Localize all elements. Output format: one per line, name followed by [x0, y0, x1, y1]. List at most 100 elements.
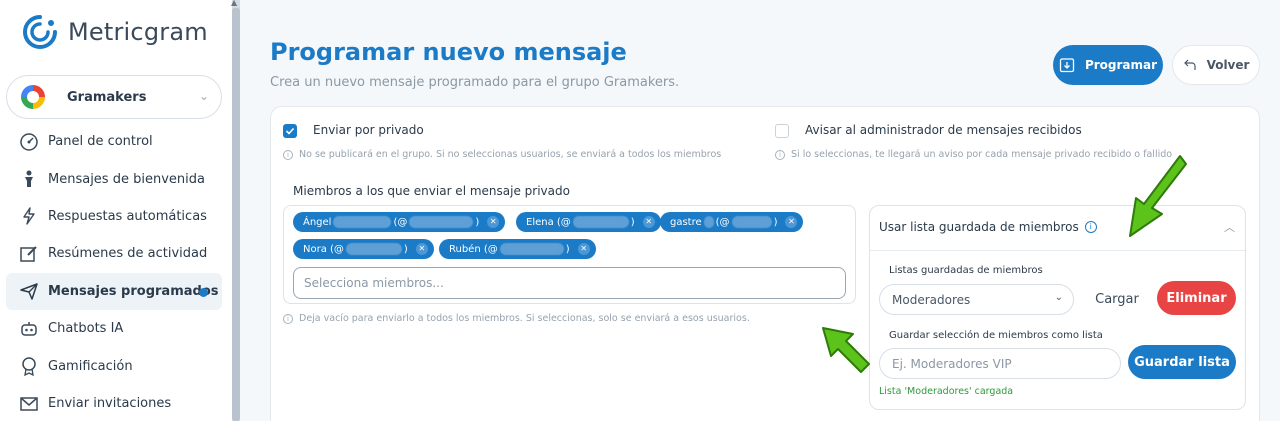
- scroll-up-arrow-icon[interactable]: ▲: [231, 0, 237, 7]
- schedule-button[interactable]: Programar: [1053, 45, 1163, 85]
- member-chip-text: (@: [715, 216, 730, 228]
- load-list-button[interactable]: Cargar: [1088, 284, 1146, 315]
- remove-chip-icon[interactable]: ✕: [415, 243, 428, 255]
- private-checkbox-label[interactable]: Enviar por privado: [313, 123, 424, 137]
- sidebar-item-autoreplies[interactable]: Respuestas automáticas: [6, 198, 222, 235]
- sidebar-item-label: Respuestas automáticas: [48, 208, 207, 224]
- sidebar-item-label: Chatbots IA: [48, 321, 124, 337]
- group-name: Gramakers: [67, 89, 147, 105]
- remove-chip-icon[interactable]: ✕: [785, 216, 798, 228]
- save-list-label: Guardar selección de miembros como lista: [889, 330, 1103, 341]
- group-selector[interactable]: Gramakers ⌄: [6, 75, 222, 119]
- chevron-up-icon[interactable]: ︿: [1224, 219, 1235, 235]
- redacted-text: [572, 216, 629, 228]
- private-checkbox[interactable]: [283, 124, 297, 138]
- calendar-download-icon: [1059, 58, 1075, 73]
- robot-icon: [18, 318, 40, 340]
- info-icon: i: [283, 313, 293, 324]
- redacted-text: [333, 216, 392, 228]
- chevron-down-icon: ⌄: [1054, 292, 1063, 303]
- redacted-text: [499, 243, 564, 255]
- sidebar-item-invites[interactable]: Enviar invitaciones: [6, 385, 222, 421]
- member-chip: Elena (@ ) ✕: [516, 212, 661, 232]
- sidebar-item-panel[interactable]: Panel de control: [6, 123, 222, 160]
- private-hint: i No se publicará en el grupo. Si no sel…: [283, 149, 721, 160]
- member-chip-text: ): [475, 216, 480, 228]
- medal-icon: [18, 355, 40, 377]
- member-chip: Nora (@ ) ✕: [293, 239, 434, 259]
- list-loaded-status: Lista 'Moderadores' cargada: [879, 386, 1014, 397]
- envelope-icon: [18, 392, 40, 414]
- person-icon: [18, 168, 40, 190]
- remove-chip-icon[interactable]: ✕: [577, 243, 590, 255]
- delete-list-button[interactable]: Eliminar: [1157, 281, 1236, 315]
- notify-admin-checkbox[interactable]: [775, 124, 789, 138]
- checkmark-icon: [285, 127, 295, 135]
- list-name-input[interactable]: Ej. Moderadores VIP: [879, 348, 1121, 379]
- chevron-down-icon: ⌄: [198, 89, 209, 103]
- back-arrow-icon: [1183, 59, 1196, 70]
- saved-lists-label: Listas guardadas de miembros: [889, 265, 1043, 276]
- member-chip-text: Ángel: [303, 216, 332, 228]
- notify-admin-label[interactable]: Avisar al administrador de mensajes reci…: [805, 123, 1082, 137]
- remove-chip-icon[interactable]: ✕: [487, 216, 500, 228]
- members-search-input[interactable]: Selecciona miembros...: [293, 267, 846, 299]
- redacted-text: [703, 216, 714, 228]
- member-chip-text: ): [630, 216, 635, 228]
- annotation-arrow-icon: [822, 327, 870, 373]
- member-chip-text: Nora (@: [303, 243, 344, 255]
- info-icon: i: [775, 149, 785, 160]
- sidebar-item-label: Mensajes de bienvenida: [48, 171, 205, 187]
- sidebar-item-label: Resúmenes de actividad: [48, 246, 208, 262]
- saved-list-select[interactable]: Moderadores ⌄: [879, 284, 1074, 315]
- edit-icon: [18, 243, 40, 265]
- member-chip-text: (@: [393, 216, 408, 228]
- annotation-arrow-icon: [1129, 155, 1187, 237]
- redacted-text: [345, 243, 402, 255]
- member-chip-text: ): [565, 243, 570, 255]
- sidebar-item-label: Gamificación: [48, 358, 133, 374]
- sidebar-item-gamification[interactable]: Gamificación: [6, 347, 222, 384]
- notify-admin-hint: i Si lo seleccionas, te llegará un aviso…: [775, 149, 1172, 160]
- member-chip: Rubén (@ ) ✕: [439, 239, 596, 259]
- brand-name: Metricgram: [68, 18, 208, 46]
- divider: [870, 250, 1245, 251]
- info-icon: i: [283, 149, 293, 160]
- back-button[interactable]: Volver: [1172, 45, 1260, 85]
- notify-admin-hint-text: Si lo seleccionas, te llegará un aviso p…: [791, 149, 1173, 160]
- page-subtitle: Crea un nuevo mensaje programado para el…: [270, 75, 680, 90]
- sidebar-item-label: Panel de control: [48, 134, 153, 150]
- active-indicator-dot: [199, 287, 208, 297]
- members-field-label: Miembros a los que enviar el mensaje pri…: [293, 184, 570, 198]
- sidebar-item-chatbots[interactable]: Chatbots IA: [6, 310, 222, 347]
- private-hint-text: No se publicará en el grupo. Si no selec…: [299, 149, 722, 160]
- metricgram-logo-icon: [23, 15, 57, 49]
- members-hint: i Deja vacío para enviarlo a todos los m…: [283, 313, 750, 324]
- back-button-label: Volver: [1206, 58, 1250, 72]
- saved-lists-title: Usar lista guardada de miembros: [879, 220, 1079, 234]
- sidebar: Metricgram Gramakers ⌄ Panel de control …: [0, 0, 232, 421]
- send-icon: [18, 280, 40, 302]
- redacted-text: [731, 216, 772, 228]
- saved-list-selected: Moderadores: [892, 292, 971, 307]
- member-chip-text: Rubén (@: [449, 243, 498, 255]
- sidebar-item-scheduled[interactable]: Mensajes programados: [6, 272, 222, 310]
- member-chip-text: ): [403, 243, 408, 255]
- bolt-icon: [18, 205, 40, 227]
- remove-chip-icon[interactable]: ✕: [642, 216, 655, 228]
- sidebar-item-welcome[interactable]: Mensajes de bienvenida: [6, 160, 222, 197]
- info-icon[interactable]: i: [1084, 221, 1097, 233]
- save-list-button[interactable]: Guardar lista: [1128, 345, 1236, 379]
- schedule-button-label: Programar: [1084, 58, 1158, 72]
- sidebar-item-summaries[interactable]: Resúmenes de actividad: [6, 235, 222, 272]
- page-title: Programar nuevo mensaje: [270, 38, 627, 66]
- sidebar-item-label: Mensajes programados: [48, 283, 219, 299]
- group-avatar: [21, 85, 45, 109]
- scrollbar-thumb[interactable]: [232, 8, 240, 421]
- sidebar-nav: Panel de control Mensajes de bienvenida …: [6, 123, 222, 421]
- saved-lists-header[interactable]: Usar lista guardada de miembros i: [879, 220, 1097, 234]
- redacted-text: [409, 216, 474, 228]
- gauge-icon: [18, 131, 40, 153]
- sidebar-item-label: Enviar invitaciones: [48, 395, 172, 411]
- brand-logo[interactable]: Metricgram: [22, 14, 208, 50]
